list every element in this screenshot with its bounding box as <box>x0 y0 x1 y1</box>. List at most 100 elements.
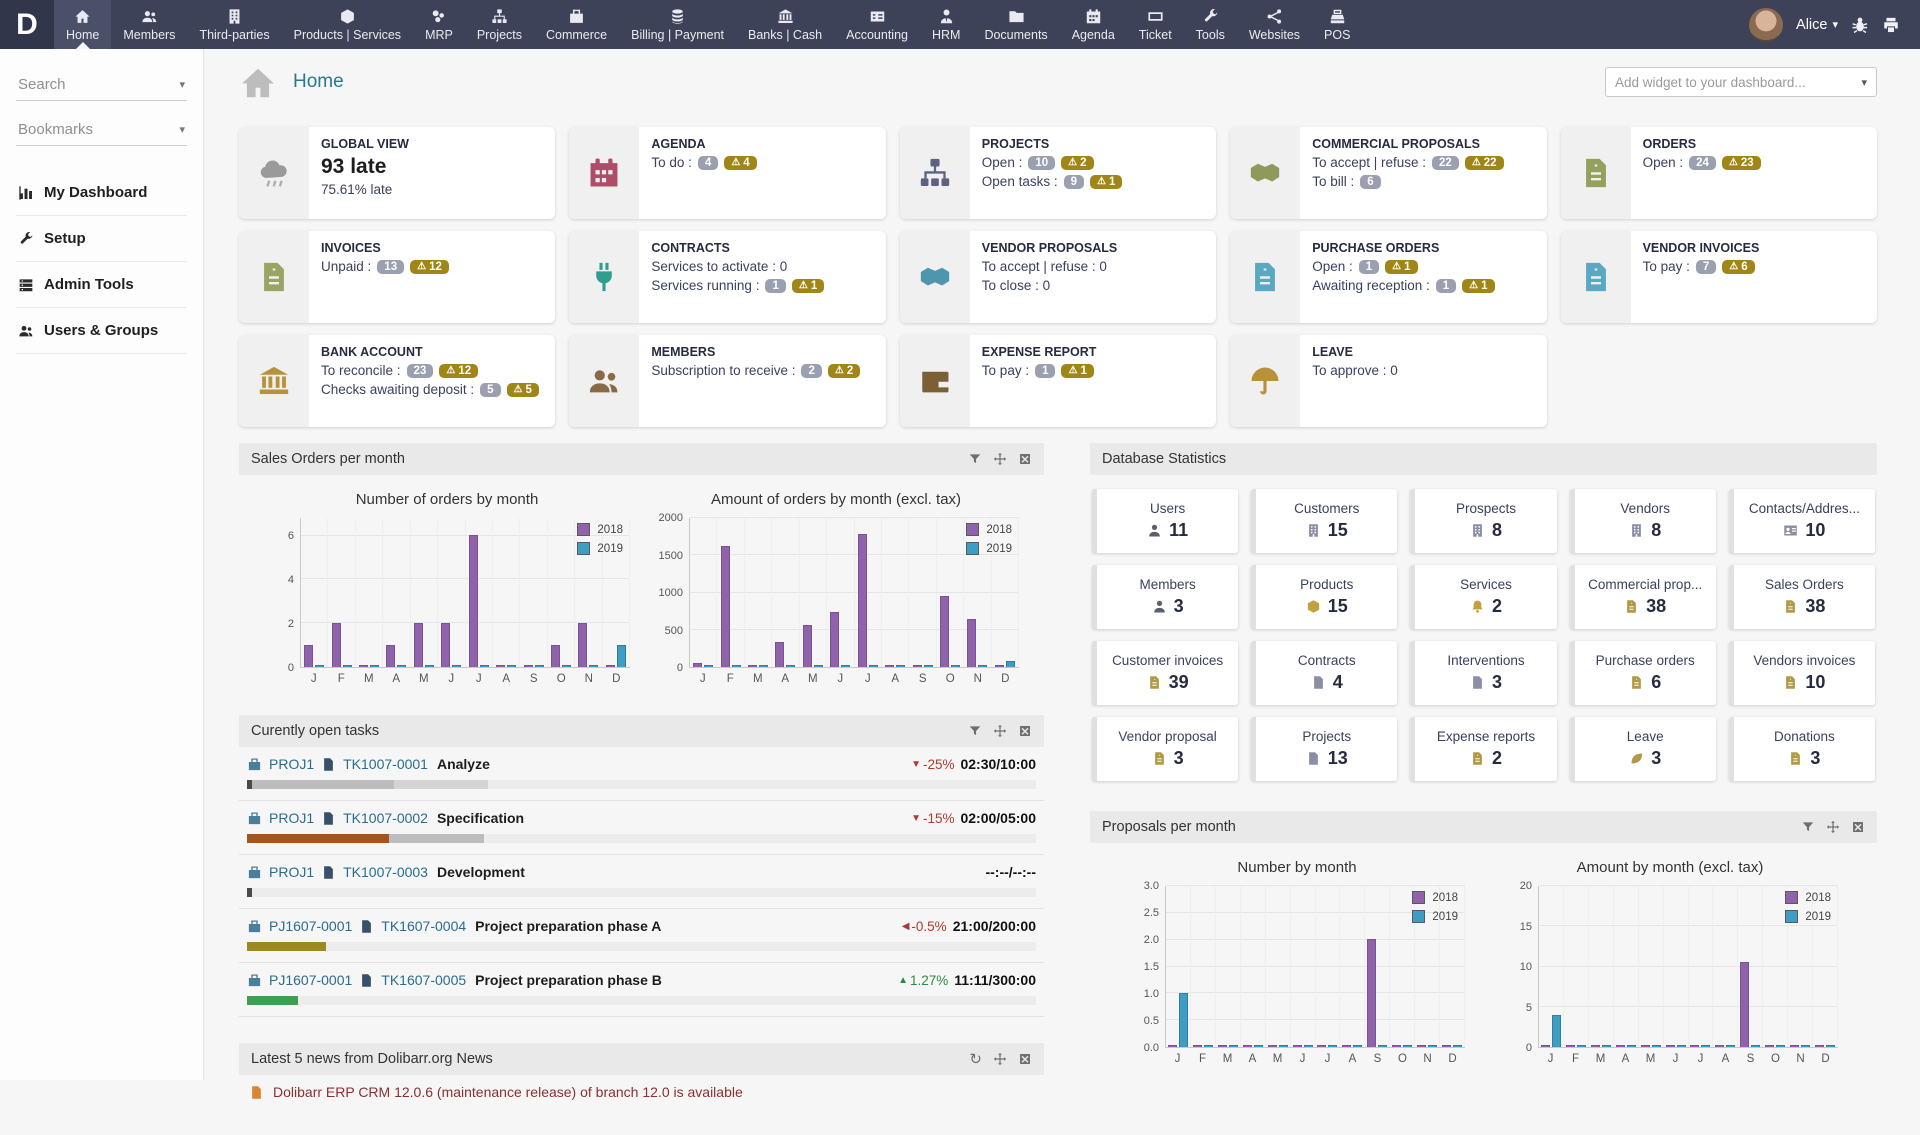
project-link[interactable]: PROJ1 <box>269 756 314 772</box>
nav-item-tools[interactable]: Tools <box>1184 0 1237 49</box>
stat-card-users[interactable]: Users11 <box>1092 489 1238 553</box>
warning-badge[interactable]: ⚠1 <box>1090 175 1122 189</box>
widget-expense-report[interactable]: EXPENSE REPORTTo pay :1⚠1 <box>900 335 1216 427</box>
nav-item-banks-cash[interactable]: Banks | Cash <box>736 0 834 49</box>
stat-card-contracts[interactable]: Contracts4 <box>1251 641 1397 705</box>
count-badge[interactable]: 9 <box>1064 175 1084 189</box>
nav-item-pos[interactable]: POS <box>1312 0 1362 49</box>
warning-badge[interactable]: ⚠1 <box>1061 364 1093 378</box>
user-menu[interactable]: Alice ▾ <box>1796 17 1838 33</box>
count-badge[interactable]: 1 <box>1436 279 1456 293</box>
project-link[interactable]: PJ1607-0001 <box>269 972 352 988</box>
move-icon[interactable] <box>993 452 1007 466</box>
project-link[interactable]: PROJ1 <box>269 864 314 880</box>
warning-badge[interactable]: ⚠1 <box>792 279 824 293</box>
widget-commercial-proposals[interactable]: COMMERCIAL PROPOSALSTo accept | refuse :… <box>1230 127 1546 219</box>
task-ref-link[interactable]: TK1007-0003 <box>343 864 428 880</box>
stat-card-commercial-prop[interactable]: Commercial prop...38 <box>1570 565 1716 629</box>
warning-badge[interactable]: ⚠1 <box>1385 260 1417 274</box>
sidebar-item-setup[interactable]: Setup <box>16 216 187 262</box>
count-badge[interactable]: 6 <box>1360 175 1380 189</box>
app-logo[interactable]: D <box>0 0 54 49</box>
filter-icon[interactable] <box>968 724 982 738</box>
sidebar-item-admin-tools[interactable]: Admin Tools <box>16 262 187 308</box>
count-badge[interactable]: 10 <box>1028 156 1055 170</box>
search-dropdown[interactable]: Search ▾ <box>16 69 187 101</box>
warning-badge[interactable]: ⚠5 <box>507 383 539 397</box>
count-badge[interactable]: 23 <box>407 364 434 378</box>
nav-item-third-parties[interactable]: Third-parties <box>187 0 281 49</box>
task-ref-link[interactable]: TK1007-0001 <box>343 756 428 772</box>
filter-icon[interactable] <box>968 452 982 466</box>
close-icon[interactable] <box>1018 1052 1032 1066</box>
task-ref-link[interactable]: TK1607-0004 <box>381 918 466 934</box>
stat-card-vendors-invoices[interactable]: Vendors invoices10 <box>1729 641 1875 705</box>
widget-purchase-orders[interactable]: PURCHASE ORDERSOpen :1⚠1Awaiting recepti… <box>1230 231 1546 323</box>
project-link[interactable]: PROJ1 <box>269 810 314 826</box>
stat-card-prospects[interactable]: Prospects8 <box>1410 489 1556 553</box>
nav-item-projects[interactable]: Projects <box>465 0 534 49</box>
stat-card-services[interactable]: Services2 <box>1410 565 1556 629</box>
warning-badge[interactable]: ⚠2 <box>1061 156 1093 170</box>
stat-card-vendor-proposal[interactable]: Vendor proposal3 <box>1092 717 1238 781</box>
nav-item-accounting[interactable]: Accounting <box>834 0 920 49</box>
stat-card-purchase-orders[interactable]: Purchase orders6 <box>1570 641 1716 705</box>
user-avatar[interactable] <box>1749 8 1783 42</box>
warning-badge[interactable]: ⚠2 <box>828 364 860 378</box>
stat-card-customers[interactable]: Customers15 <box>1251 489 1397 553</box>
widget-vendor-invoices[interactable]: VENDOR INVOICESTo pay :7⚠6 <box>1561 231 1877 323</box>
count-badge[interactable]: 22 <box>1432 156 1459 170</box>
stat-card-leave[interactable]: Leave3 <box>1570 717 1716 781</box>
nav-item-members[interactable]: Members <box>111 0 187 49</box>
task-ref-link[interactable]: TK1607-0005 <box>381 972 466 988</box>
move-icon[interactable] <box>993 724 1007 738</box>
stat-card-interventions[interactable]: Interventions3 <box>1410 641 1556 705</box>
stat-card-projects[interactable]: Projects13 <box>1251 717 1397 781</box>
widget-bank-account[interactable]: BANK ACCOUNTTo reconcile :23⚠12Checks aw… <box>239 335 555 427</box>
close-icon[interactable] <box>1018 452 1032 466</box>
stat-card-expense-reports[interactable]: Expense reports2 <box>1410 717 1556 781</box>
nav-item-commerce[interactable]: Commerce <box>534 0 619 49</box>
nav-item-home[interactable]: Home <box>54 0 111 49</box>
widget-projects[interactable]: PROJECTSOpen :10⚠2Open tasks :9⚠1 <box>900 127 1216 219</box>
count-badge[interactable]: 24 <box>1689 156 1716 170</box>
add-widget-select[interactable]: Add widget to your dashboard... ▾ <box>1605 67 1877 97</box>
warning-badge[interactable]: ⚠1 <box>1462 279 1494 293</box>
nav-item-websites[interactable]: Websites <box>1237 0 1312 49</box>
widget-vendor-proposals[interactable]: VENDOR PROPOSALSTo accept | refuse : 0To… <box>900 231 1216 323</box>
stat-card-donations[interactable]: Donations3 <box>1729 717 1875 781</box>
widget-contracts[interactable]: CONTRACTSServices to activate : 0Service… <box>569 231 885 323</box>
bookmarks-dropdown[interactable]: Bookmarks ▾ <box>16 114 187 146</box>
stat-card-customer-invoices[interactable]: Customer invoices39 <box>1092 641 1238 705</box>
widget-leave[interactable]: LEAVETo approve : 0 <box>1230 335 1546 427</box>
widget-members[interactable]: MEMBERSSubscription to receive :2⚠2 <box>569 335 885 427</box>
nav-item-ticket[interactable]: Ticket <box>1127 0 1184 49</box>
stat-card-members[interactable]: Members3 <box>1092 565 1238 629</box>
nav-item-hrm[interactable]: HRM <box>920 0 972 49</box>
count-badge[interactable]: 1 <box>765 279 785 293</box>
count-badge[interactable]: 1 <box>1359 260 1379 274</box>
nav-item-mrp[interactable]: MRP <box>413 0 465 49</box>
stat-card-sales-orders[interactable]: Sales Orders38 <box>1729 565 1875 629</box>
news-link[interactable]: Dolibarr ERP CRM 12.0.6 (maintenance rel… <box>273 1084 743 1100</box>
filter-icon[interactable] <box>1801 820 1815 834</box>
warning-badge[interactable]: ⚠4 <box>724 156 756 170</box>
count-badge[interactable]: 2 <box>801 364 821 378</box>
widget-agenda[interactable]: AGENDATo do :4⚠4 <box>569 127 885 219</box>
stat-card-contacts-addres[interactable]: Contacts/Addres...10 <box>1729 489 1875 553</box>
nav-item-documents[interactable]: Documents <box>972 0 1059 49</box>
project-link[interactable]: PJ1607-0001 <box>269 918 352 934</box>
warning-badge[interactable]: ⚠22 <box>1465 156 1504 170</box>
warning-badge[interactable]: ⚠6 <box>1722 260 1754 274</box>
sidebar-item-my-dashboard[interactable]: My Dashboard <box>16 170 187 216</box>
task-ref-link[interactable]: TK1007-0002 <box>343 810 428 826</box>
stat-card-products[interactable]: Products15 <box>1251 565 1397 629</box>
warning-badge[interactable]: ⚠12 <box>410 260 449 274</box>
bug-report-icon[interactable] <box>1851 14 1869 35</box>
warning-badge[interactable]: ⚠23 <box>1722 156 1761 170</box>
nav-item-products-services[interactable]: Products | Services <box>282 0 413 49</box>
close-icon[interactable] <box>1851 820 1865 834</box>
move-icon[interactable] <box>1826 820 1840 834</box>
count-badge[interactable]: 1 <box>1035 364 1055 378</box>
nav-item-billing-payment[interactable]: Billing | Payment <box>619 0 736 49</box>
